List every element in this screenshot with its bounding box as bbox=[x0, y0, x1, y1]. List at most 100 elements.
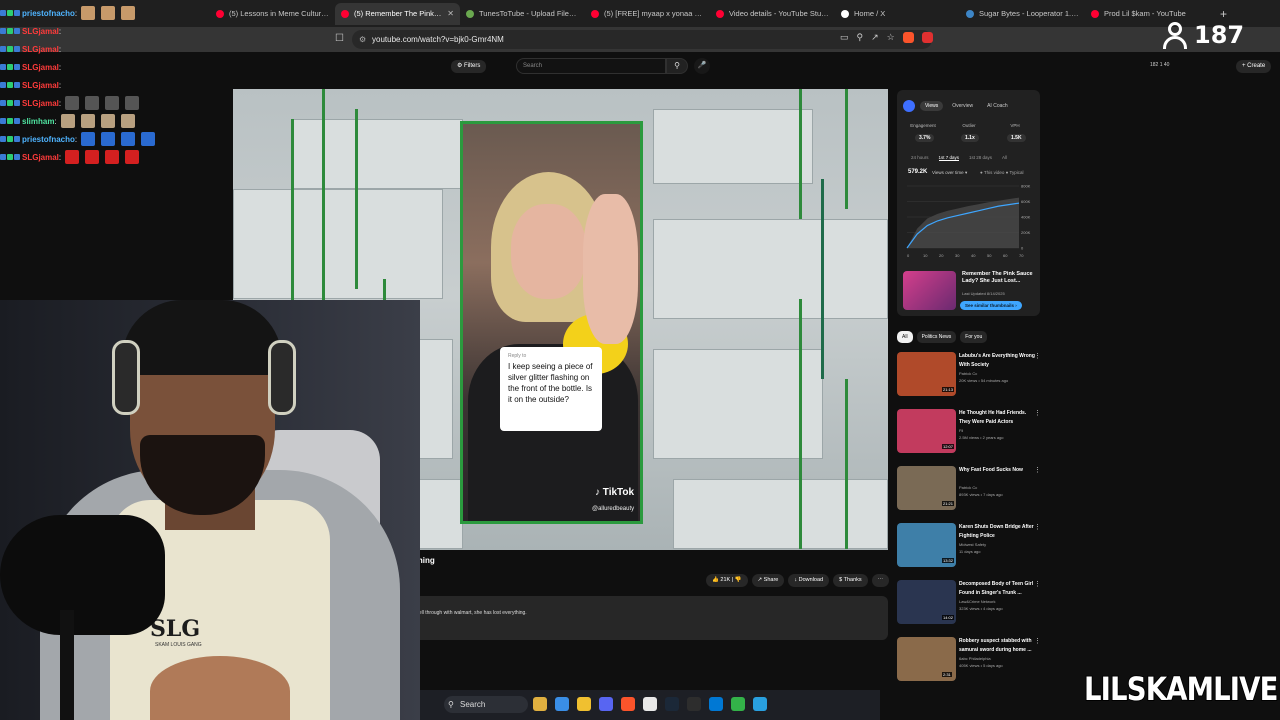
share-button[interactable]: ↗ Share bbox=[751, 574, 785, 587]
taskbar-app-icon[interactable] bbox=[599, 697, 613, 711]
analytics-metrics: Engagement Outlier VPH bbox=[900, 123, 1038, 128]
extension-icon[interactable] bbox=[921, 32, 933, 43]
chat-username[interactable]: slimham bbox=[22, 117, 54, 126]
views-dropdown[interactable]: Views over time ▾ bbox=[932, 170, 967, 176]
clip-face bbox=[511, 204, 586, 299]
browser-tab[interactable]: TunesToTube - Upload Files - Logged in bbox=[460, 3, 585, 25]
filter-chip[interactable]: Politics News bbox=[916, 331, 957, 343]
channel-name[interactable]: 6abc Philadelphia bbox=[959, 656, 991, 661]
chat-username[interactable]: priestofnacho bbox=[22, 9, 75, 18]
recommended-video[interactable]: 21:13 Labubu's Are Everything Wrong With … bbox=[897, 352, 1042, 400]
more-options-icon[interactable]: ⋮ bbox=[1034, 466, 1041, 474]
badge-icon bbox=[0, 28, 6, 34]
more-options-icon[interactable]: ⋮ bbox=[1034, 409, 1041, 417]
zoom-icon[interactable]: ⚲ bbox=[857, 32, 864, 43]
browser-tab[interactable]: (5) Remember The Pink Sauce ✕ bbox=[335, 2, 460, 25]
more-options-icon[interactable]: ⋮ bbox=[1034, 352, 1041, 360]
recommended-video[interactable]: 21:21 Why Fast Food Sucks Now Patrick Cc 89… bbox=[897, 466, 1042, 514]
taskbar-app-icon[interactable] bbox=[709, 697, 723, 711]
chat-message: SLGjamal : bbox=[0, 94, 160, 112]
create-button[interactable]: + Create bbox=[1236, 60, 1272, 73]
taskbar-app-icon[interactable] bbox=[731, 697, 745, 711]
voice-search-button[interactable]: 🎤 bbox=[694, 58, 710, 74]
bookmark-icon[interactable]: ☐ bbox=[335, 33, 344, 44]
chat-colon: : bbox=[54, 116, 57, 126]
badge-icon bbox=[0, 10, 6, 16]
taskbar-app-icon[interactable] bbox=[753, 697, 767, 711]
thanks-button[interactable]: $ Thanks bbox=[833, 574, 868, 587]
chat-username[interactable]: priestofnacho bbox=[22, 135, 75, 144]
site-info-icon[interactable]: ⚙ bbox=[359, 30, 366, 49]
channel-name[interactable]: Law&Crime Network bbox=[959, 599, 995, 604]
recommended-video[interactable]: 2:31 Robbery suspect stabbed with samurai… bbox=[897, 637, 1042, 685]
chat-username[interactable]: SLGjamal bbox=[22, 99, 59, 108]
filter-chip[interactable]: All bbox=[897, 331, 913, 343]
search-button[interactable]: ⚲ bbox=[666, 58, 688, 74]
download-button[interactable]: ↓ Download bbox=[788, 574, 830, 587]
range-option[interactable]: 1st 28 days bbox=[969, 155, 992, 161]
range-option[interactable]: All bbox=[1002, 155, 1007, 161]
cast-icon[interactable]: ▭ bbox=[840, 32, 849, 43]
browser-tab[interactable]: Home / X bbox=[835, 3, 960, 25]
chat-overlay: priestofnacho : SLGjamal : SLGjamal : SLGja… bbox=[0, 4, 160, 166]
channel-name[interactable]: Patrick Cc bbox=[959, 485, 977, 490]
recommended-video[interactable]: 14:02 Decomposed Body of Teen Girl Found … bbox=[897, 580, 1042, 628]
new-tab-button[interactable]: + bbox=[1220, 7, 1227, 21]
more-options-icon[interactable]: ⋮ bbox=[1034, 523, 1041, 531]
browser-tab[interactable]: (5) Lessons in Meme Culture - YouTube bbox=[210, 3, 335, 25]
like-button[interactable]: 👍 21K | 👎 bbox=[706, 574, 748, 587]
tab-title: Sugar Bytes - Looperator 1.0.1 R2 bbox=[979, 9, 1079, 18]
bg-panel bbox=[673, 479, 888, 549]
range-option[interactable]: 24 hours bbox=[911, 155, 929, 161]
taskbar-app-icon[interactable] bbox=[643, 697, 657, 711]
emote-icon bbox=[65, 150, 80, 164]
analytics-video-thumbnail[interactable] bbox=[903, 271, 956, 310]
analytics-tab[interactable]: Overview bbox=[947, 101, 978, 111]
tab-favicon-icon bbox=[216, 9, 224, 18]
taskbar-app-icon[interactable] bbox=[533, 697, 547, 711]
star-icon[interactable]: ☆ bbox=[887, 32, 895, 43]
emote-icon bbox=[105, 150, 120, 164]
more-actions-button[interactable]: ⋯ bbox=[871, 574, 890, 587]
badge-icon bbox=[7, 64, 13, 70]
analytics-tab[interactable]: AI Coach bbox=[982, 101, 1013, 111]
bg-panel bbox=[653, 109, 813, 184]
chat-username[interactable]: SLGjamal bbox=[22, 81, 59, 90]
badge-icon bbox=[14, 100, 20, 106]
tab-favicon-icon bbox=[716, 9, 724, 18]
browser-tab[interactable]: Sugar Bytes - Looperator 1.0.1 R2 bbox=[960, 3, 1085, 25]
filters-button[interactable]: ⚙ Filters bbox=[451, 60, 487, 73]
filter-chip[interactable]: For you bbox=[960, 331, 988, 343]
browser-tab[interactable]: Video details - YouTube Studio bbox=[710, 3, 835, 25]
taskbar-app-icon[interactable] bbox=[687, 697, 701, 711]
brave-shield-icon[interactable] bbox=[902, 32, 914, 43]
taskbar-search[interactable]: ⚲ Search bbox=[444, 696, 528, 713]
taskbar-app-icon[interactable] bbox=[555, 697, 569, 711]
taskbar-app-icon[interactable] bbox=[665, 697, 679, 711]
see-similar-button[interactable]: See similar thumbnails › bbox=[960, 301, 1022, 310]
search-input[interactable]: Search bbox=[516, 58, 666, 74]
channel-name[interactable]: Patrick Cc bbox=[959, 371, 977, 376]
video-title: Decomposed Body of Teen Girl Found in Si… bbox=[959, 581, 1034, 596]
badge-icon bbox=[14, 64, 20, 70]
analytics-tab[interactable]: Views bbox=[920, 101, 944, 111]
range-option[interactable]: 1st 7 days bbox=[938, 155, 960, 161]
video-duration: 14:02 bbox=[942, 615, 955, 620]
tab-close-icon[interactable]: ✕ bbox=[447, 9, 454, 18]
channel-name[interactable]: Fil bbox=[959, 428, 963, 433]
video-description[interactable]: her deal fell through with walmart, she … bbox=[340, 596, 888, 640]
share-icon[interactable]: ↗ bbox=[871, 32, 879, 43]
more-options-icon[interactable]: ⋮ bbox=[1034, 580, 1041, 588]
channel-name[interactable]: Midwest Safety bbox=[959, 542, 986, 547]
more-options-icon[interactable]: ⋮ bbox=[1034, 637, 1041, 645]
taskbar-app-icon[interactable] bbox=[577, 697, 591, 711]
recommended-video[interactable]: 12:07 He Thought He Had Friends. They Wer… bbox=[897, 409, 1042, 457]
recommended-video[interactable]: 13:32 Karen Shuts Down Bridge After Fight… bbox=[897, 523, 1042, 571]
chat-username[interactable]: SLGjamal bbox=[22, 63, 59, 72]
chat-username[interactable]: SLGjamal bbox=[22, 27, 59, 36]
taskbar-app-icon[interactable] bbox=[621, 697, 635, 711]
metric-label: VPH bbox=[1010, 123, 1020, 128]
browser-tab[interactable]: (5) [FREE] myaap x yonaa x lowend bbox=[585, 3, 710, 25]
chat-username[interactable]: SLGjamal bbox=[22, 153, 59, 162]
chat-username[interactable]: SLGjamal bbox=[22, 45, 59, 54]
